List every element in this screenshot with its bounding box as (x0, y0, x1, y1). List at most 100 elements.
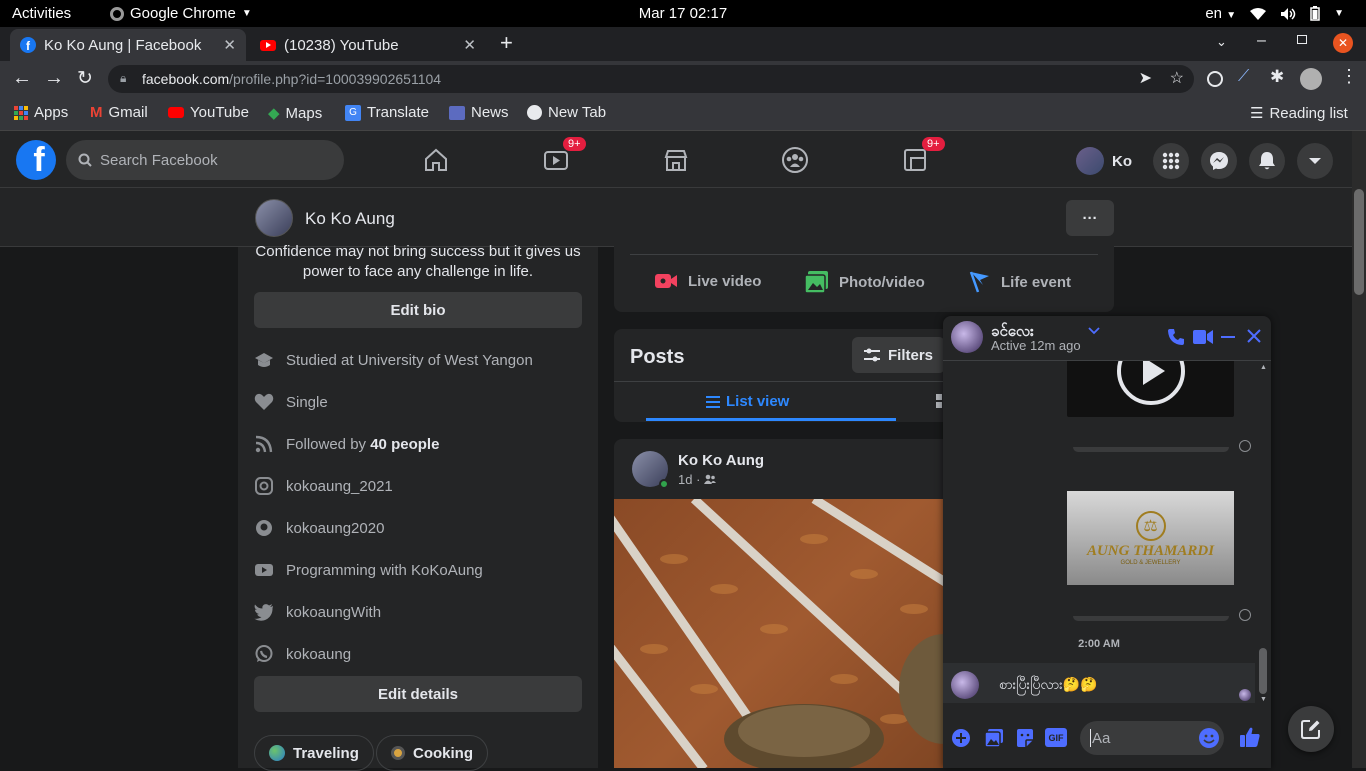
close-chat-icon[interactable] (1246, 328, 1262, 344)
intro-twitter[interactable]: kokoaungWith (254, 603, 381, 621)
chat-window: ခင်လေး Active 12m ago ⚖ AUNG THAMARDI GO… (943, 316, 1271, 768)
maximize-icon[interactable] (1297, 35, 1307, 44)
chevron-down-icon[interactable] (1088, 327, 1100, 335)
bookmark-apps[interactable]: Apps (14, 104, 68, 121)
thumbs-up-icon[interactable] (1239, 726, 1261, 748)
sticker-icon[interactable] (1015, 728, 1035, 748)
new-tab-icon[interactable]: + (500, 30, 513, 56)
groups-icon[interactable] (780, 145, 810, 175)
reading-list-button[interactable]: ☰ Reading list (1250, 104, 1348, 123)
life-event-button[interactable]: Life event (969, 271, 1071, 293)
profile-avatar[interactable] (1300, 68, 1322, 90)
new-message-button[interactable] (1288, 706, 1334, 752)
forward-icon[interactable]: → (44, 67, 64, 90)
menu-kebab-icon[interactable]: ⋮ (1340, 66, 1358, 87)
messenger-icon[interactable] (1201, 143, 1237, 179)
bookmark-maps[interactable]: ◆ Maps (268, 104, 322, 123)
intro-youtube[interactable]: Programming with KoKoAung (254, 561, 483, 579)
more-options-button[interactable]: ··· (1066, 200, 1114, 236)
puzzle-icon[interactable]: ✱ (1270, 67, 1284, 87)
home-icon[interactable] (421, 145, 451, 175)
intro-text: Single (286, 393, 328, 411)
facebook-logo[interactable]: f (16, 140, 56, 180)
reload-icon[interactable]: ↻ (77, 67, 93, 90)
video-call-icon[interactable] (1193, 330, 1213, 344)
chat-status: Active 12m ago (991, 338, 1081, 353)
tab-youtube[interactable]: (10238) YouTube ✕ (250, 29, 486, 61)
close-tab-icon[interactable]: ✕ (223, 36, 236, 54)
avatar[interactable] (255, 199, 293, 237)
search-input[interactable]: Search Facebook (66, 140, 344, 180)
bookmark-news[interactable]: News (449, 104, 509, 121)
youtube-favicon (260, 39, 276, 51)
intro-whatsapp[interactable]: kokoaung (254, 645, 351, 663)
wifi-icon[interactable] (1250, 7, 1267, 21)
post-time[interactable]: 1d · (678, 472, 700, 487)
edit-details-button[interactable]: Edit details (254, 676, 582, 712)
list-view-tab[interactable]: List view (706, 393, 789, 410)
page-scrollbar[interactable] (1352, 131, 1366, 768)
photo-video-button[interactable]: Photo/video (805, 271, 925, 293)
minimize-icon[interactable]: – (1257, 32, 1266, 50)
bookmark-translate[interactable]: G Translate (345, 104, 429, 121)
filters-button[interactable]: Filters (852, 337, 946, 373)
list-icon (706, 395, 720, 408)
photo-attach-icon[interactable] (984, 728, 1004, 748)
bookmark-gmail[interactable]: M Gmail (90, 104, 148, 121)
bookmark-youtube[interactable]: YouTube (168, 104, 249, 121)
live-video-button[interactable]: Live video (654, 271, 761, 291)
back-icon[interactable]: ← (12, 67, 32, 90)
play-icon[interactable] (1117, 361, 1185, 405)
tab-search-icon[interactable]: ⌄ (1216, 34, 1227, 50)
tab-title: (10238) YouTube (284, 36, 399, 54)
extension-icon[interactable] (1207, 71, 1223, 87)
battery-icon[interactable] (1310, 6, 1320, 21)
account-menu-icon[interactable] (1297, 143, 1333, 179)
message-text[interactable]: စားပြီးပြီလား🤔🤔 (999, 675, 1098, 696)
bookmark-newtab[interactable]: New Tab (527, 104, 606, 121)
message-input[interactable]: Aa (1080, 721, 1224, 755)
bookmark-star-icon[interactable]: ☆ (1170, 68, 1184, 88)
marketplace-icon[interactable] (661, 145, 691, 175)
volume-icon[interactable] (1280, 7, 1296, 21)
followed-count[interactable]: 40 people (370, 436, 439, 453)
pen-extension-icon[interactable]: ⟋ (1238, 68, 1249, 86)
image-attachment[interactable]: ⚖ AUNG THAMARDI GOLD & JEWELLERY (1067, 491, 1234, 585)
live-video-label: Live video (688, 272, 762, 290)
chat-scrollbar-thumb[interactable] (1259, 648, 1267, 694)
scrollbar-thumb[interactable] (1354, 189, 1364, 295)
chat-scrollbar[interactable]: ▲ ▼ (1257, 362, 1269, 706)
video-attachment[interactable] (1067, 361, 1234, 417)
notifications-icon[interactable] (1249, 143, 1285, 179)
intro-github[interactable]: kokoaung2020 (254, 519, 384, 537)
profile-shortcut[interactable]: Ko (1072, 143, 1144, 179)
intro-followers: Followed by 40 people (254, 435, 439, 453)
phone-call-icon[interactable] (1167, 328, 1185, 346)
hobby-chip[interactable]: Cooking (376, 735, 488, 771)
send-icon[interactable]: ➤ (1139, 68, 1152, 88)
profile-name[interactable]: Ko Ko Aung (305, 209, 395, 229)
tab-facebook[interactable]: f Ko Ko Aung | Facebook ✕ (10, 29, 246, 61)
close-tab-icon[interactable]: ✕ (463, 36, 476, 54)
gif-icon[interactable]: GIF (1045, 728, 1067, 747)
plus-circle-icon[interactable] (951, 728, 971, 748)
watch-icon[interactable]: 9+ (541, 137, 586, 175)
intro-instagram[interactable]: kokoaung_2021 (254, 477, 393, 495)
language-indicator[interactable]: en ▼ (1205, 5, 1236, 22)
menu-grid-icon[interactable] (1153, 143, 1189, 179)
facebook-navbar: f Search Facebook 9+ 9+ Ko (0, 131, 1352, 188)
hobby-chip[interactable]: Traveling (254, 735, 374, 771)
search-icon (78, 153, 92, 167)
toolbar: ← → ↻ 🔒︎ facebook.com/profile.php?id=100… (0, 61, 1366, 97)
gaming-icon[interactable]: 9+ (900, 137, 945, 175)
emoji-icon[interactable] (1199, 728, 1219, 748)
edit-bio-button[interactable]: Edit bio (254, 292, 582, 328)
flag-icon (969, 271, 991, 293)
address-bar[interactable]: 🔒︎ facebook.com/profile.php?id=100039902… (108, 65, 1194, 93)
close-window-icon[interactable]: ✕ (1333, 33, 1353, 53)
post-author[interactable]: Ko Ko Aung (678, 452, 764, 469)
avatar[interactable] (951, 321, 983, 353)
power-menu-caret[interactable]: ▼ (1334, 8, 1344, 19)
minimize-chat-icon[interactable] (1221, 336, 1235, 338)
clock[interactable]: Mar 17 02:17 (0, 5, 1366, 22)
